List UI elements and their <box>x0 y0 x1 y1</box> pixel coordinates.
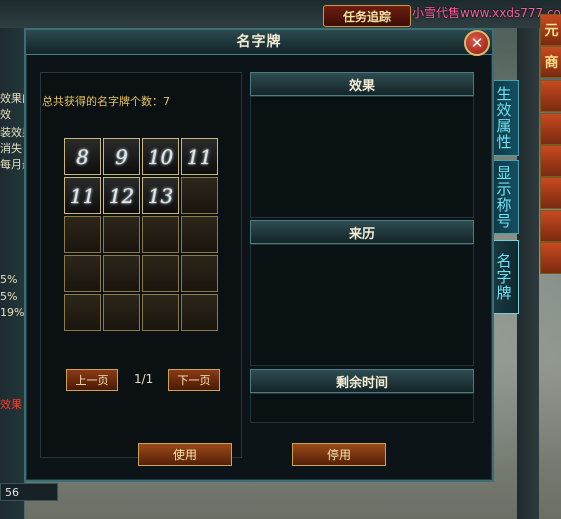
effect-section-body <box>250 96 474 218</box>
plate-slot-empty[interactable] <box>181 216 218 253</box>
page-indicator: 1/1 <box>134 372 154 386</box>
dialog-title: 名字牌 <box>236 34 282 50</box>
plate-slot-empty[interactable] <box>64 294 101 331</box>
plate-glyph: 8 <box>76 144 89 169</box>
right-icon[interactable]: 商 <box>540 46 561 78</box>
plate-slot[interactable]: 11 <box>64 177 101 214</box>
left-line: 效果 <box>0 398 22 411</box>
right-icon[interactable] <box>540 242 561 274</box>
source-section-header: 来历 <box>250 220 474 244</box>
plate-slot[interactable]: 13 <box>142 177 179 214</box>
disable-button[interactable]: 停用 <box>292 443 386 466</box>
plate-slot[interactable]: 10 <box>142 138 179 175</box>
right-icon[interactable] <box>540 177 561 209</box>
plate-glyph: 12 <box>108 183 135 208</box>
plate-slot-empty[interactable] <box>181 294 218 331</box>
quest-track-button[interactable]: 任务追踪 <box>323 5 411 27</box>
plate-slot-empty[interactable] <box>64 216 101 253</box>
plate-slot-empty[interactable] <box>181 177 218 214</box>
left-background-panel: 效果的 效 装效果 消失 每月最多 5% 5% 19% 效果 <box>0 28 44 519</box>
plate-slot-empty[interactable] <box>103 216 140 253</box>
plate-glyph: 9 <box>115 144 128 169</box>
plate-glyph: 11 <box>186 144 213 169</box>
left-value-box: 56 <box>0 483 58 501</box>
left-line: 5% <box>0 273 18 286</box>
plate-slot[interactable]: 12 <box>103 177 140 214</box>
remaining-time-section-header: 剩余时间 <box>250 369 474 393</box>
plate-slot[interactable]: 9 <box>103 138 140 175</box>
plate-slot-empty[interactable] <box>142 216 179 253</box>
remaining-time-section-body <box>250 393 474 423</box>
plate-slot[interactable]: 11 <box>181 138 218 175</box>
plate-glyph: 13 <box>147 183 174 208</box>
plate-glyph: 11 <box>69 183 96 208</box>
plate-slot-empty[interactable] <box>103 255 140 292</box>
right-icon[interactable] <box>540 80 561 112</box>
plate-slot-empty[interactable] <box>142 294 179 331</box>
next-page-button[interactable]: 下一页 <box>168 369 220 391</box>
close-button[interactable]: ✕ <box>464 30 490 56</box>
prev-page-button[interactable]: 上一页 <box>66 369 118 391</box>
plate-slot-empty[interactable] <box>181 255 218 292</box>
left-line: 消失 <box>0 142 22 155</box>
right-icon[interactable] <box>540 113 561 145</box>
plate-count-label: 总共获得的名字牌个数：7 <box>42 95 170 108</box>
right-icon[interactable]: 元 <box>540 14 561 46</box>
name-plate-dialog: 名字牌 ✕ 总共获得的名字牌个数：7 8 9 10 11 11 12 13 上一… <box>24 28 494 482</box>
source-section-body <box>250 244 474 366</box>
plate-slot[interactable]: 8 <box>64 138 101 175</box>
use-button[interactable]: 使用 <box>138 443 232 466</box>
left-line: 19% <box>0 306 25 319</box>
plate-slot-empty[interactable] <box>64 255 101 292</box>
left-line: 5% <box>0 290 18 303</box>
right-icon[interactable] <box>540 210 561 242</box>
plate-slot-empty[interactable] <box>142 255 179 292</box>
plate-slot-empty[interactable] <box>103 294 140 331</box>
watermark-text: 小雪代售www.xxds777.com <box>412 6 561 20</box>
left-line: 效 <box>0 108 11 121</box>
right-scroll-bar <box>517 28 539 519</box>
plate-grid: 8 9 10 11 11 12 13 <box>64 138 219 332</box>
effect-section-header: 效果 <box>250 72 474 96</box>
plate-glyph: 10 <box>147 144 174 169</box>
right-icon[interactable] <box>540 145 561 177</box>
